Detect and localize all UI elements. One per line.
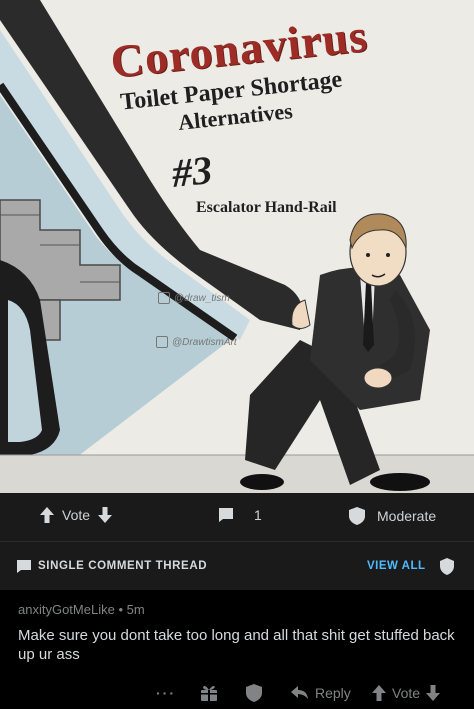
shield-icon <box>246 684 262 702</box>
reply-label: Reply <box>315 685 351 701</box>
comment-body: Make sure you dont take too long and all… <box>18 627 455 663</box>
meme-caption: Escalator Hand-Rail <box>196 199 337 216</box>
shield-icon <box>349 507 365 525</box>
meme-number: #3 <box>169 147 215 196</box>
upvote-arrow-icon[interactable] <box>40 507 54 523</box>
downvote-arrow-icon[interactable] <box>98 507 113 523</box>
moderate-label: Moderate <box>377 508 437 524</box>
post-action-bar: Vote 1 Moderate <box>0 493 474 541</box>
comment-vote-group: Vote <box>372 680 441 706</box>
more-options-button[interactable]: ··· <box>156 680 176 706</box>
comment-age: 5m <box>126 602 145 617</box>
comment-moderate-button[interactable] <box>246 680 262 706</box>
watermark-facebook: @DrawtismArt <box>156 336 237 348</box>
comment-icon <box>219 508 233 522</box>
upvote-arrow-icon[interactable] <box>372 685 386 701</box>
shield-icon[interactable] <box>440 558 454 575</box>
moderate-button[interactable]: Moderate <box>349 507 436 525</box>
post-vote-label: Vote <box>62 507 91 523</box>
comments-button[interactable]: 1 <box>218 507 262 523</box>
thread-label: SINGLE COMMENT THREAD <box>38 560 208 572</box>
gift-icon <box>201 686 217 701</box>
post-vote-group: Vote <box>40 507 113 523</box>
watermark-instagram-label: @draw_tism <box>174 292 230 304</box>
downvote-arrow-icon[interactable] <box>426 685 441 701</box>
more-options-icon: ··· <box>156 685 176 701</box>
comment-thread-icon <box>17 560 31 573</box>
award-button[interactable] <box>200 680 218 706</box>
meta-separator: • <box>118 602 124 617</box>
single-comment-thread-bar: SINGLE COMMENT THREAD VIEW ALL <box>0 541 474 590</box>
comment: anxityGotMeLike • 5m Make sure you dont … <box>0 590 474 709</box>
reply-button[interactable]: Reply <box>291 680 351 706</box>
reply-arrow-icon <box>291 686 308 699</box>
facebook-icon <box>156 336 168 348</box>
comment-vote-label: Vote <box>392 685 421 701</box>
comment-author[interactable]: anxityGotMeLike <box>18 602 115 617</box>
comment-count: 1 <box>254 507 262 523</box>
instagram-icon <box>158 292 170 304</box>
comment-actions: ··· Reply Vote <box>0 680 474 708</box>
view-all-button[interactable]: VIEW ALL <box>367 560 426 572</box>
comment-meta: anxityGotMeLike • 5m <box>18 602 145 617</box>
post-image[interactable]: Coronavirus Toilet Paper Shortage Altern… <box>0 0 474 493</box>
watermark-facebook-label: @DrawtismArt <box>172 336 237 348</box>
watermark-instagram: @draw_tism <box>158 292 230 304</box>
